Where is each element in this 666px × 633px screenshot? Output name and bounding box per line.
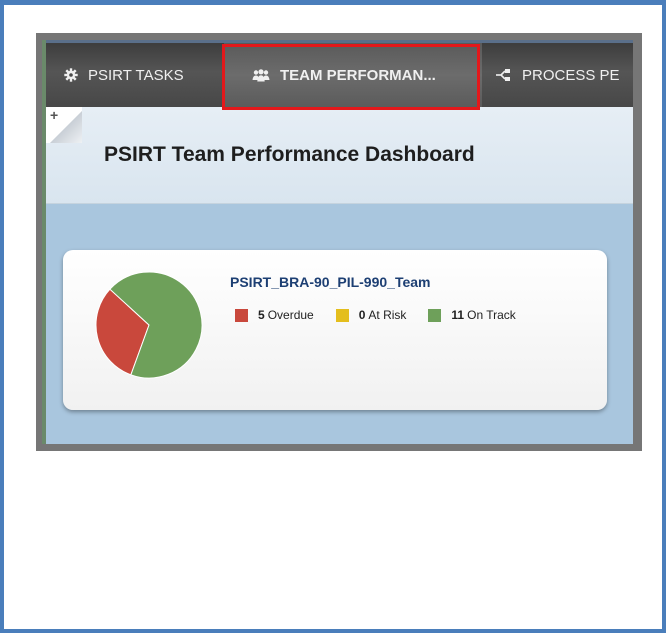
team-pie-chart [95, 271, 203, 379]
on-track-swatch [428, 308, 442, 322]
on-track-label: On Track [467, 308, 516, 322]
tab-psirt-tasks-label: PSIRT TASKS [88, 66, 184, 84]
process-flow-icon [496, 69, 512, 81]
add-panel-icon[interactable]: + [46, 107, 82, 143]
legend-at-risk: 0 At Risk [335, 308, 407, 322]
tab-psirt-tasks[interactable]: PSIRT TASKS [64, 43, 224, 107]
at-risk-count: 0 [358, 308, 366, 322]
at-risk-swatch [335, 308, 349, 322]
at-risk-label: At Risk [368, 308, 407, 322]
highlight-box [222, 44, 480, 110]
legend-overdue: 5 Overdue [235, 308, 314, 322]
page-title: PSIRT Team Performance Dashboard [104, 143, 475, 166]
legend-on-track: 11 On Track [428, 308, 516, 322]
overdue-label: Overdue [267, 308, 314, 322]
dashboard-header: + PSIRT Team Performance Dashboard [46, 107, 633, 204]
tab-process[interactable]: PROCESS PE [496, 43, 633, 107]
gear-icon [64, 68, 78, 82]
team-name-link[interactable]: PSIRT_BRA-90_PIL-990_Team [230, 274, 430, 290]
tab-process-label: PROCESS PE [522, 66, 620, 84]
status-legend: 5 Overdue 0 At Risk 11 On Track [235, 308, 538, 322]
app-screenshot: PSIRT TASKS TEAM PERFORMAN... PROCESS PE… [36, 33, 642, 451]
on-track-count: 11 [451, 308, 465, 322]
overdue-count: 5 [258, 308, 265, 322]
left-edge [42, 40, 46, 444]
app-window: PSIRT TASKS TEAM PERFORMAN... PROCESS PE… [42, 40, 633, 444]
team-card[interactable]: PSIRT_BRA-90_PIL-990_Team 5 Overdue 0 At… [63, 250, 607, 410]
overdue-swatch [235, 308, 248, 322]
